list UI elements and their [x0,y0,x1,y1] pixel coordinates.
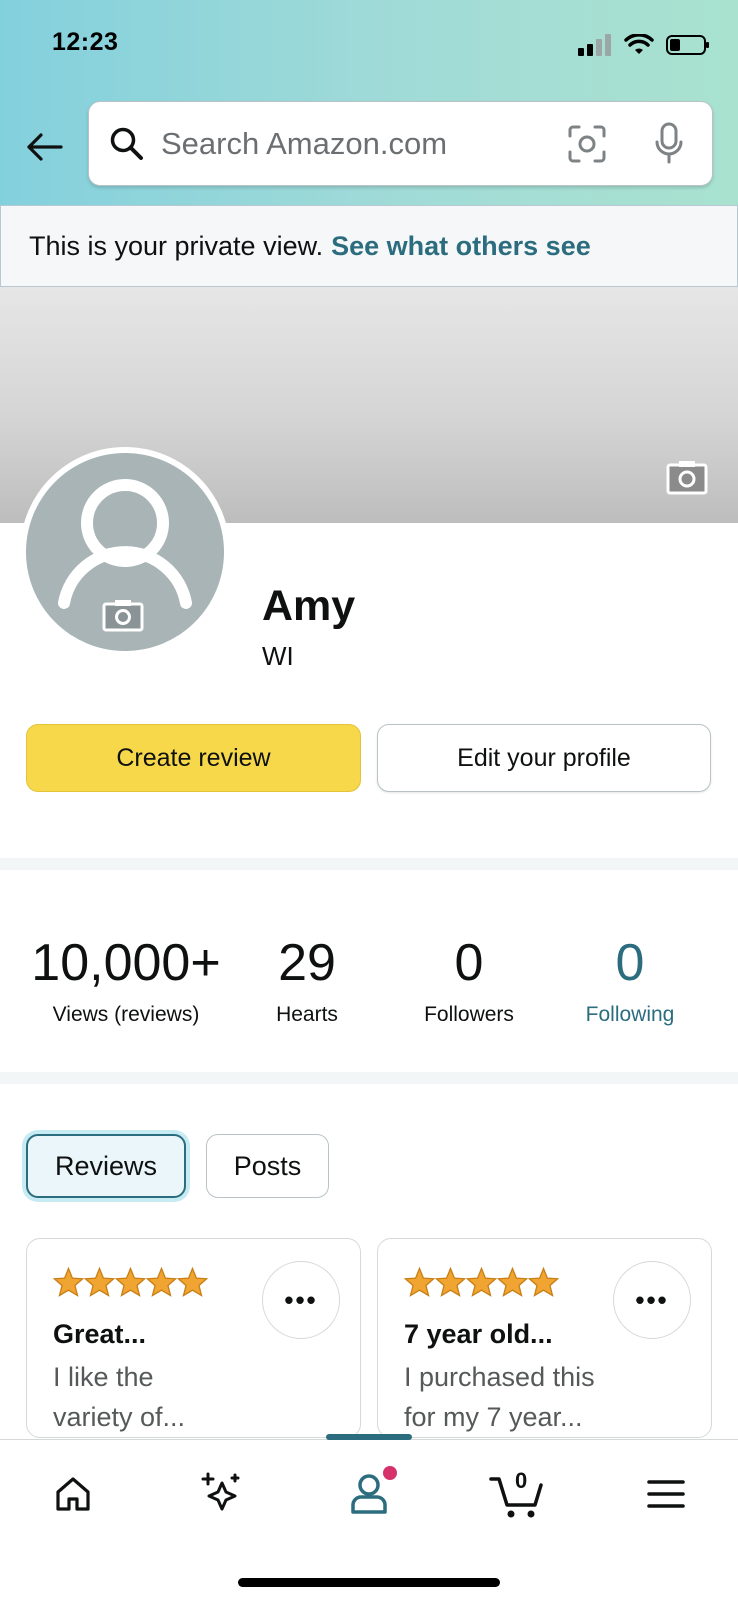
create-review-button[interactable]: Create review [26,724,361,792]
review-card[interactable]: ••• 7 year old... I purchased this for m… [377,1238,712,1438]
stat-following-label: Following [585,1003,675,1026]
review-snippet-line: for my 7 year... [404,1402,583,1432]
review-title: 7 year old... [404,1319,553,1349]
stat-hearts: 29 Hearts [247,935,367,1027]
star-icon [84,1267,115,1297]
notification-badge [383,1466,397,1480]
camera-search-icon[interactable] [567,124,607,164]
bottom-nav: 0 [0,1434,738,1600]
review-snippet-line: variety of... [53,1402,186,1432]
stat-hearts-label: Hearts [276,1003,338,1026]
stat-following-value: 0 [615,934,645,992]
star-rating [53,1267,208,1297]
stat-views-label: Views (reviews) [52,1003,200,1026]
review-card[interactable]: ••• Great... I like the variety of... [26,1238,361,1438]
stat-followers[interactable]: 0 Followers [404,935,534,1027]
status-time: 12:23 [52,28,119,56]
review-snippet: I purchased this for my 7 year... [404,1357,644,1437]
star-icon [435,1267,466,1297]
cover-camera-icon[interactable] [666,459,708,495]
section-divider [0,1072,738,1084]
profile-name: Amy [262,582,356,630]
nav-ai-assistant[interactable] [191,1464,251,1524]
stat-followers-label: Followers [424,1003,514,1026]
sparkle-icon [201,1472,240,1511]
nav-profile[interactable] [339,1464,399,1524]
profile-icon [351,1474,387,1514]
wifi-icon [624,34,654,54]
battery-icon [666,35,709,55]
nav-menu[interactable] [636,1464,696,1524]
home-icon [56,1477,90,1511]
profile-location: WI [262,641,294,671]
microphone-icon[interactable] [654,122,684,166]
stat-views: 10,000+ Views (reviews) [26,935,226,1027]
review-title: Great... [53,1319,147,1349]
star-icon [466,1267,497,1297]
private-view-banner: This is your private view. See what othe… [0,205,738,287]
nav-home[interactable] [43,1464,103,1524]
star-icon [497,1267,528,1297]
active-tab-indicator [326,1434,412,1440]
star-icon [177,1267,208,1297]
stat-hearts-value: 29 [278,934,336,992]
status-icons [578,32,710,58]
more-options-button[interactable]: ••• [262,1261,340,1339]
star-icon [115,1267,146,1297]
section-divider [0,858,738,870]
stat-followers-value: 0 [454,934,484,992]
header-area: 12:23 [0,0,738,205]
stat-following[interactable]: 0 Following [560,935,700,1027]
tab-reviews[interactable]: Reviews [26,1134,186,1198]
menu-icon [647,1480,685,1508]
more-options-button[interactable]: ••• [613,1261,691,1339]
star-icon [404,1267,435,1297]
search-input[interactable] [161,122,541,166]
stat-views-value: 10,000+ [31,934,221,992]
search-bar[interactable] [88,101,713,186]
review-snippet-line: I like the [53,1362,154,1392]
star-icon [146,1267,177,1297]
nav-cart[interactable]: 0 [487,1464,551,1524]
back-arrow-icon [27,133,63,161]
tab-posts[interactable]: Posts [206,1134,329,1198]
search-icon [110,127,143,160]
review-snippet-line: I purchased this [404,1362,595,1392]
home-indicator [238,1578,500,1587]
review-snippet: I like the variety of... [53,1357,253,1437]
private-view-text: This is your private view. [29,230,324,261]
star-icon [528,1267,559,1297]
star-icon [53,1267,84,1297]
cart-count: 0 [515,1468,528,1493]
back-button[interactable] [22,125,66,169]
star-rating [404,1267,559,1297]
signal-icon [578,34,611,56]
edit-profile-button[interactable]: Edit your profile [377,724,711,792]
avatar-camera-icon[interactable] [102,598,144,632]
see-what-others-see-link[interactable]: See what others see [331,231,591,262]
